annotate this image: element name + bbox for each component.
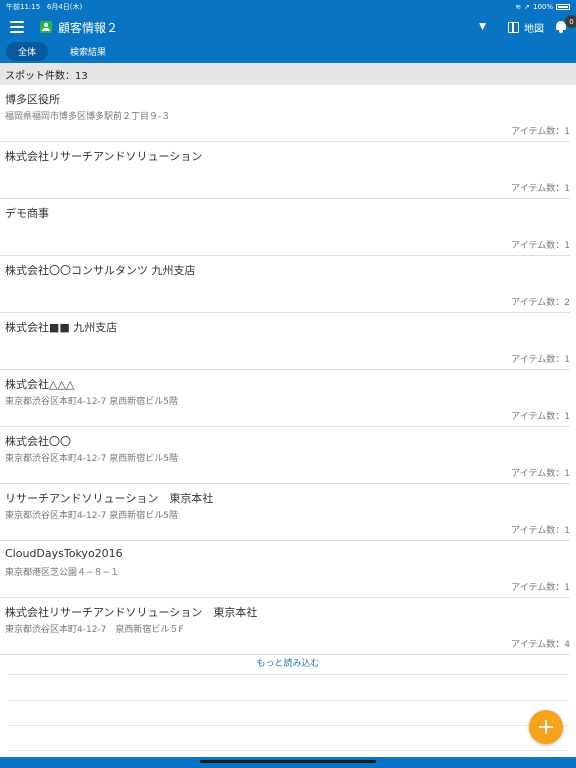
item-count: アイテム数：1 bbox=[511, 412, 570, 422]
list-item[interactable]: デモ商事アイテム数：1 bbox=[0, 199, 570, 256]
item-count: アイテム数：1 bbox=[511, 355, 570, 365]
tab-bar: 全体 検索結果 bbox=[0, 40, 576, 63]
item-count: アイテム数：4 bbox=[511, 640, 570, 650]
divider bbox=[8, 700, 568, 701]
spot-name: 株式会社〇〇 bbox=[5, 435, 71, 448]
item-count: アイテム数：1 bbox=[511, 241, 570, 251]
spot-address: 東京都渋谷区本町4-12-7 泉西新宿ビル5階 bbox=[5, 511, 178, 521]
item-count: アイテム数：1 bbox=[511, 583, 570, 593]
spot-address: 東京都渋谷区本町4-12-7 泉西新宿ビル5階 bbox=[5, 454, 178, 464]
list-item[interactable]: 株式会社〇〇コンサルタンツ 九州支店アイテム数：2 bbox=[0, 256, 570, 313]
status-time: 午前11:15 bbox=[6, 3, 41, 11]
add-button[interactable]: + bbox=[529, 710, 563, 744]
divider bbox=[8, 750, 568, 751]
item-count: アイテム数：1 bbox=[511, 127, 570, 137]
wifi-icon: ≋ bbox=[515, 3, 522, 11]
battery-percent: 100% bbox=[532, 3, 553, 11]
divider bbox=[8, 725, 568, 726]
spot-name: 株式会社〇〇コンサルタンツ 九州支店 bbox=[5, 264, 196, 277]
list-item[interactable]: 博多区役所福岡県福岡市博多区博多駅前２丁目９-３ アイテム数：1 bbox=[0, 85, 570, 142]
status-date: 6月4日(木) bbox=[46, 3, 83, 11]
chevron-down-icon[interactable]: ▼ bbox=[479, 22, 486, 32]
list-item[interactable]: 株式会社△△△ 東京都渋谷区本町4-12-7 泉西新宿ビル5階アイテム数：1 bbox=[0, 370, 570, 427]
status-left: 午前11:15 6月4日(木) bbox=[6, 2, 82, 12]
status-bar: 午前11:15 6月4日(木) ≋ ➚ 100% bbox=[0, 0, 576, 14]
bell-clapper bbox=[559, 30, 563, 33]
map-icon bbox=[508, 21, 519, 33]
spot-address: 東京都渋谷区本町4-12-7 泉西新宿ビル5階 bbox=[5, 397, 178, 407]
app-bar: 顧客情報２ ▼ 地図 0 bbox=[0, 14, 576, 40]
map-button-label: 地図 bbox=[524, 23, 544, 35]
hamburger-menu-icon[interactable] bbox=[8, 20, 26, 34]
spot-list: 博多区役所 福岡県福岡市博多区博多駅前２丁目９-３ アイテム数：1 株式会社リサーチア… bbox=[0, 85, 576, 655]
tab-search-results[interactable]: 検索結果 bbox=[58, 42, 118, 61]
list-item[interactable]: リサーチアンドソリューション 東京本社 東京都渋谷区本町4-12-7 泉西新宿ビル… bbox=[0, 484, 570, 541]
spot-count-header: スポット件数：13 bbox=[0, 63, 576, 85]
map-button[interactable]: 地図 bbox=[508, 20, 544, 35]
item-count: アイテム数：1 bbox=[511, 469, 570, 479]
tab-all[interactable]: 全体 bbox=[6, 42, 49, 61]
item-count: アイテム数：2 bbox=[511, 298, 570, 308]
spot-name: 株式会社■■ 九州支店 bbox=[5, 321, 118, 334]
spot-address: 福岡県福岡市博多区博多駅前２丁目９-３ bbox=[5, 112, 171, 122]
spot-name: デモ商事 bbox=[5, 207, 49, 220]
app-bar-actions: ▼ 地図 0 bbox=[479, 15, 576, 35]
list-item[interactable]: 株式会社リサーチアンドソリューション 東京本社 東京都渋谷区本町4-12-7 泉西… bbox=[0, 598, 570, 655]
item-count: アイテム数：1 bbox=[511, 526, 570, 536]
spot-name: CloudDaysTokyo2016 bbox=[5, 547, 123, 560]
spot-name: 株式会社リサーチアンドソリューション 東京本社 bbox=[5, 606, 258, 619]
battery-icon bbox=[556, 4, 570, 10]
load-more-button[interactable]: もっと読み込む bbox=[8, 651, 568, 675]
spot-address: 東京都港区芝公園４−８−１ bbox=[5, 568, 120, 578]
spot-name: 博多区役所 bbox=[5, 93, 60, 106]
location-icon: ➚ bbox=[524, 3, 530, 11]
spot-name: 株式会社△△△ bbox=[5, 378, 75, 391]
home-indicator[interactable] bbox=[200, 760, 376, 763]
notification-badge: 0 bbox=[565, 15, 576, 28]
spot-name: 株式会社リサーチアンドソリューション bbox=[5, 150, 203, 163]
list-item[interactable]: CloudDaysTokyo2016 東京都港区芝公園４−８−１ アイテム数：1 bbox=[0, 541, 570, 598]
spot-address: 東京都渋谷区本町4-12-7 泉西新宿ビル５F bbox=[5, 625, 184, 635]
page-title: 顧客情報２ bbox=[58, 20, 119, 35]
list-item[interactable]: 株式会社■■ 九州支店アイテム数：1 bbox=[0, 313, 570, 370]
customer-contact-icon bbox=[40, 21, 52, 33]
status-right: ≋ ➚ 100% bbox=[515, 3, 570, 11]
list-item[interactable]: 株式会社〇〇東京都渋谷区本町4-12-7 泉西新宿ビル5階アイテム数：1 bbox=[0, 427, 570, 484]
notification-button[interactable]: 0 bbox=[554, 15, 576, 34]
item-count: アイテム数：1 bbox=[511, 184, 570, 194]
spot-name: リサーチアンドソリューション 東京本社 bbox=[5, 492, 214, 505]
list-item[interactable]: 株式会社リサーチアンドソリューションアイテム数：1 bbox=[0, 142, 570, 199]
